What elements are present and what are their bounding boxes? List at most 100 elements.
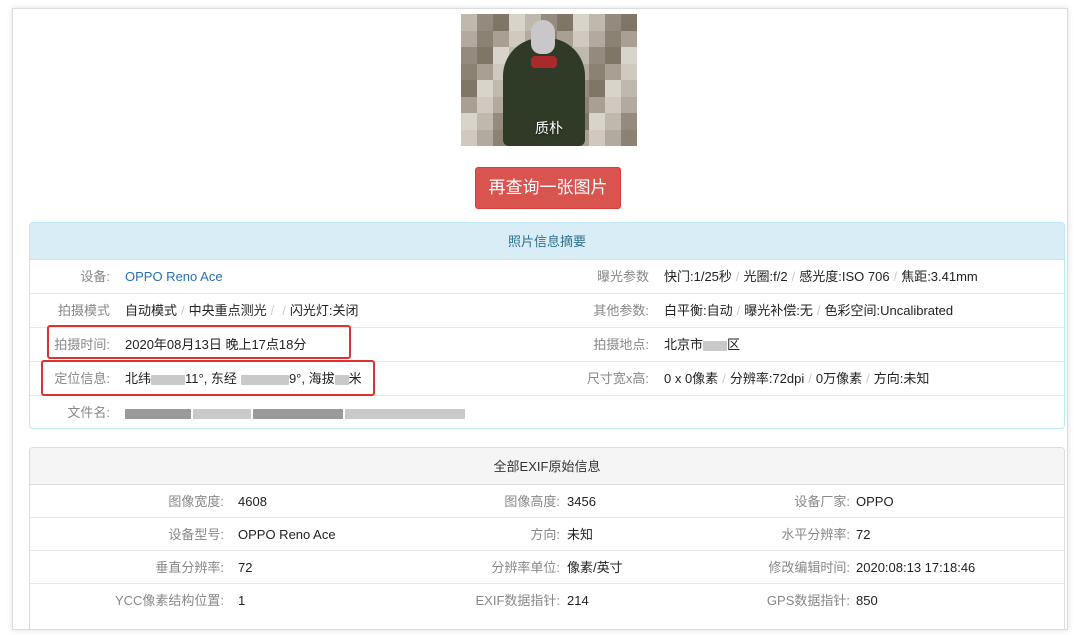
- photo-scarf: [531, 56, 557, 68]
- exif-value: 1: [238, 593, 246, 608]
- photo-caption: 质朴: [535, 120, 563, 136]
- exif-value: 72: [856, 527, 871, 542]
- location-value: 北京市 区: [664, 328, 740, 361]
- exif-value: 214: [567, 593, 589, 608]
- photo-mosaic-tile: [461, 96, 477, 113]
- exif-label: 图像高度:: [504, 494, 560, 509]
- photo-mosaic-tile: [605, 96, 621, 113]
- dimensions-value: 0 x 0像素: [664, 371, 719, 386]
- photo-mosaic-tile: [477, 30, 493, 47]
- summary-row-filename: 文件名:: [30, 396, 1064, 428]
- filename-redaction-4: [345, 408, 465, 419]
- photo-mosaic-tile: [461, 63, 477, 80]
- filename-redaction-1: [125, 408, 191, 419]
- exif-panel-title: 全部EXIF原始信息: [30, 448, 1064, 485]
- time-highlight-box: [47, 325, 351, 359]
- exif-label: 方向:: [530, 527, 560, 542]
- photo-mosaic-tile: [461, 80, 477, 97]
- exif-row: YCC像素结构位置: 1 EXIF数据指针: 214 GPS数据指针: 850: [30, 584, 1064, 617]
- exif-row: 垂直分辨率: 72 分辨率单位: 像素/英寸 修改编辑时间: 2020:08:1…: [30, 551, 1064, 584]
- photo-mosaic-tile: [493, 14, 509, 31]
- flash-value: 闪光灯:关闭: [289, 303, 359, 318]
- size-label: 尺寸宽x高:: [586, 371, 649, 386]
- photo-mosaic-tile: [589, 47, 605, 64]
- exif-value: 850: [856, 593, 878, 608]
- color-space-value: 色彩空间:Uncalibrated: [824, 303, 954, 318]
- orientation-value: 方向:未知: [873, 371, 930, 386]
- exif-row: 图像宽度: 4608 图像高度: 3456 设备厂家: OPPO: [30, 485, 1064, 518]
- gps-highlight-box: [41, 360, 375, 396]
- exposure-comp-value: 曝光补偿:无: [744, 303, 813, 318]
- photo-mosaic-tile: [493, 30, 509, 47]
- photo-mosaic-tile: [477, 47, 493, 64]
- exposure-label: 曝光参数: [596, 269, 649, 284]
- exif-label: YCC像素结构位置:: [114, 593, 224, 608]
- photo-mosaic-tile: [621, 96, 637, 113]
- photo-mosaic-tile: [605, 80, 621, 97]
- photo-mosaic-tile: [573, 14, 589, 31]
- exif-value: OPPO Reno Ace: [238, 527, 336, 542]
- exif-label: 修改编辑时间:: [768, 560, 850, 575]
- photo-mosaic-tile: [461, 47, 477, 64]
- exif-label: 分辨率单位:: [491, 560, 560, 575]
- shutter-value: 快门:1/25秒: [664, 269, 732, 284]
- location-redaction: [703, 340, 728, 351]
- photo-mosaic-tile: [605, 47, 621, 64]
- other-params-values: 白平衡:自动 / 曝光补偿:无 / 色彩空间:Uncalibrated: [664, 303, 954, 318]
- exif-label: GPS数据指针:: [766, 593, 850, 608]
- iso-value: 感光度:ISO 706: [799, 269, 890, 284]
- photo-mosaic-tile: [461, 14, 477, 31]
- photo-mosaic-tile: [477, 80, 493, 97]
- exif-value: OPPO: [856, 494, 894, 509]
- photo-mosaic-tile: [605, 14, 621, 31]
- photo-mosaic-tile: [573, 30, 589, 47]
- summary-row-device: 设备: OPPO Reno Ace 曝光参数 快门:1/25秒 / 光圈:f/2/感…: [30, 260, 1064, 294]
- photo-mosaic-tile: [621, 14, 637, 31]
- other-params-label: 其他参数:: [593, 303, 649, 318]
- exif-label: 图像宽度:: [168, 494, 224, 509]
- location-district: 区: [727, 337, 741, 352]
- exif-value: 72: [238, 560, 253, 575]
- location-label: 拍摄地点:: [593, 337, 649, 352]
- device-label: 设备:: [80, 269, 110, 284]
- exposure-values: 快门:1/25秒 / 光圈:f/2/感光度:ISO 706/焦距:3.41mm: [664, 269, 978, 284]
- device-link[interactable]: OPPO Reno Ace: [125, 260, 223, 293]
- megapixels-value: 0万像素: [815, 371, 863, 386]
- photo-mosaic-tile: [621, 63, 637, 80]
- filename-label: 文件名:: [67, 405, 110, 420]
- photo-mosaic-tile: [557, 14, 573, 31]
- exif-value: 未知: [567, 527, 594, 542]
- exif-value: 4608: [238, 494, 267, 509]
- photo-mosaic-tile: [477, 96, 493, 113]
- photo-mosaic-tile: [605, 30, 621, 47]
- filename-redaction-3: [253, 408, 343, 419]
- photo-mosaic-tile: [589, 96, 605, 113]
- exif-row: 设备型号: OPPO Reno Ace 方向: 未知 水平分辨率: 72: [30, 518, 1064, 551]
- location-city: 北京市: [664, 337, 704, 352]
- photo-mosaic-tile: [589, 63, 605, 80]
- requery-button[interactable]: 再查询一张图片: [475, 167, 621, 209]
- photo-mosaic-tile: [477, 63, 493, 80]
- page-frame: 质朴 再查询一张图片 照片信息摘要 设备: OPPO Reno Ace 曝光参数…: [12, 8, 1068, 630]
- photo-mosaic-tile: [461, 30, 477, 47]
- exif-value: 3456: [567, 494, 596, 509]
- photo-mosaic-tile: [589, 14, 605, 31]
- summary-row-mode: 拍摄模式 自动模式 / 中央重点测光 / / 闪光灯:关闭 其他参数: 白平衡:自动 / 曝光…: [30, 294, 1064, 328]
- photo-mosaic-tile: [621, 47, 637, 64]
- uploaded-photo: 质朴: [461, 14, 637, 146]
- photo-mosaic-tile: [589, 30, 605, 47]
- exif-value: 2020:08:13 17:18:46: [856, 560, 976, 575]
- exif-label: EXIF数据指针:: [475, 593, 560, 608]
- mode-label: 拍摄模式: [57, 303, 110, 318]
- exif-panel: 全部EXIF原始信息 图像宽度: 4608 图像高度: 3456 设备厂家: O…: [29, 447, 1065, 629]
- exif-label: 设备型号:: [168, 527, 224, 542]
- photo-mask-head: [531, 20, 555, 54]
- exif-value: 像素/英寸: [567, 560, 623, 575]
- summary-panel-title: 照片信息摘要: [30, 223, 1064, 260]
- photo-mosaic-tile: [605, 63, 621, 80]
- photo-mosaic-tile: [589, 80, 605, 97]
- filename-redaction-2: [193, 408, 251, 419]
- photo-mosaic-tile: [509, 14, 525, 31]
- metering-value: 中央重点测光: [188, 303, 267, 318]
- photo-mosaic-tile: [621, 80, 637, 97]
